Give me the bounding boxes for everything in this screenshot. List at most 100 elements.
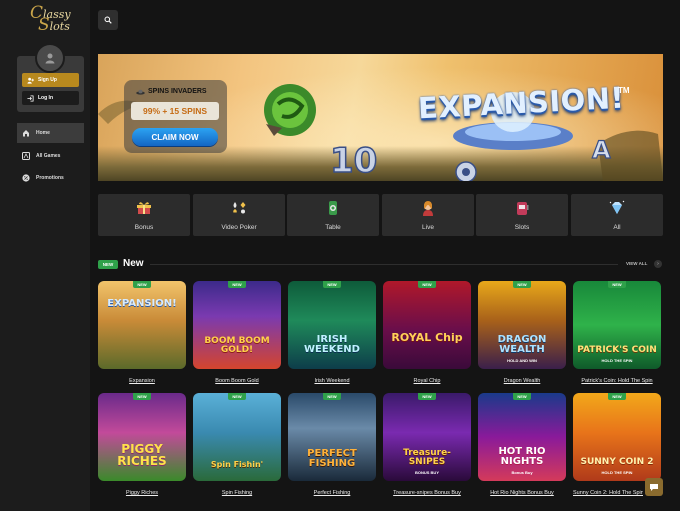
game-art-title: EXPANSION! [107, 298, 177, 309]
chips-icon [329, 201, 337, 215]
category-label: Table [325, 224, 341, 231]
category-label: All [613, 224, 621, 231]
game-art-title: PATRICK'S COIN [577, 345, 657, 355]
gift-icon [137, 202, 151, 214]
category-live[interactable]: Live [382, 194, 474, 236]
game-title-link[interactable]: Perfect Fishing [288, 490, 376, 496]
slot-machine-icon [517, 202, 529, 215]
new-badge: NEW [133, 393, 151, 400]
new-badge: NEW [418, 393, 436, 400]
new-badge: NEW [513, 393, 531, 400]
chevron-right-icon[interactable]: › [654, 260, 662, 268]
game-title-link[interactable]: Treasure-snipes Bonus Buy [383, 490, 471, 496]
game-tile-sunny-coin-2[interactable]: NEW SUNNY COIN 2 HOLD THE SPIN [573, 393, 661, 481]
game-art-title: PERFECT FISHING [307, 448, 357, 469]
game-art-subtitle: Bonus Buy [511, 470, 533, 475]
game-tile-boom-boom-gold[interactable]: NEW BOOM BOOM GOLD! [193, 281, 281, 369]
game-tile-expansion[interactable]: NEW EXPANSION! [98, 281, 186, 369]
game-art-subtitle: HOLD AND WIN [507, 358, 537, 363]
game-title-link[interactable]: Boom Boom Gold [193, 378, 281, 384]
new-badge: NEW [133, 281, 151, 288]
game-art-title: IRISH WEEKEND [304, 334, 360, 355]
game-tile-royal-chip[interactable]: NEW ROYAL Chip [383, 281, 471, 369]
avatar [35, 43, 65, 73]
game-title-link[interactable]: Sunny Coin 2: Hold The Spin [573, 490, 643, 496]
chat-icon [650, 483, 658, 491]
game-tile-piggy-riches[interactable]: NEW PIGGY RICHES [98, 393, 186, 481]
sidebar-item-label: Home [36, 130, 50, 136]
section-title: New [123, 258, 144, 269]
sidebar-item-promotions[interactable]: Promotions [17, 168, 84, 188]
new-badge: NEW [418, 281, 436, 288]
category-bonus[interactable]: Bonus [98, 194, 190, 236]
add-user-icon [27, 77, 34, 84]
category-label: Live [422, 224, 434, 231]
game-tile-irish-weekend[interactable]: NEW IRISH WEEKEND [288, 281, 376, 369]
game-tile-spin-fishing[interactable]: NEW Spin Fishin' [193, 393, 281, 481]
game-art-title: DRAGON WEALTH [497, 334, 547, 355]
game-title-link[interactable]: Piggy Riches [98, 490, 186, 496]
game-title-link[interactable]: Expansion [98, 378, 186, 384]
view-all-link[interactable]: VIEW ALL [626, 261, 647, 266]
new-badge: NEW [608, 281, 626, 288]
login-icon [27, 94, 34, 102]
divider [150, 264, 618, 265]
game-art-title: SUNNY COIN 2 [580, 457, 654, 467]
game-art-subtitle: HOLD THE SPIN [601, 470, 633, 475]
category-bar: Bonus Video Poker Table Live Slots All [98, 194, 663, 236]
search-button[interactable] [98, 10, 118, 30]
new-section-header: NEW New VIEW ALL › [98, 258, 663, 272]
category-slots[interactable]: Slots [476, 194, 568, 236]
new-badge: NEW [228, 281, 246, 288]
sign-up-label: Sign Up [38, 77, 57, 83]
sidebar-item-all-games[interactable]: All Games [17, 146, 84, 166]
category-all[interactable]: All [571, 194, 663, 236]
game-art-title: HOT RIO NIGHTS [498, 446, 546, 467]
sign-up-button[interactable]: Sign Up [22, 73, 79, 87]
diamond-icon [609, 200, 625, 214]
game-art-subtitle: BONUS BUY [414, 470, 439, 475]
ufo-icon [136, 89, 145, 95]
new-badge: NEW [228, 393, 246, 400]
game-art-title: Spin Fishin' [210, 460, 264, 469]
game-tile-hot-rio-nights[interactable]: NEW HOT RIO NIGHTS Bonus Buy [478, 393, 566, 481]
game-tile-treasure-snipes[interactable]: NEW Treasure-SNIPES BONUS BUY [383, 393, 471, 481]
game-title-link[interactable]: Royal Chip [383, 378, 471, 384]
game-tile-perfect-fishing[interactable]: NEW PERFECT FISHING [288, 393, 376, 481]
sidebar-item-home[interactable]: Home [17, 123, 84, 143]
logo-line-2: lots [49, 20, 70, 33]
promo-title: SPINS INVADERS [136, 88, 207, 95]
game-tile-dragon-wealth[interactable]: NEW DRAGON WEALTH HOLD AND WIN [478, 281, 566, 369]
category-label: Video Poker [221, 224, 257, 231]
claim-now-button[interactable]: CLAIM NOW [132, 128, 218, 146]
category-video-poker[interactable]: Video Poker [193, 194, 285, 236]
game-title-link[interactable]: Spin Fishing [193, 490, 281, 496]
sidebar-item-label: All Games [36, 153, 61, 159]
game-title-link[interactable]: Patrick's Coin: Hold The Spin [573, 378, 661, 384]
game-art-title: ROYAL Chip [391, 331, 463, 344]
logo-initial-s: S [38, 15, 50, 35]
game-tile-patricks-coin[interactable]: NEW PATRICK'S COIN HOLD THE SPIN [573, 281, 661, 369]
game-title-link[interactable]: Hot Rio Nights Bonus Buy [478, 490, 566, 496]
svg-text:A: A [592, 136, 611, 164]
new-badge: NEW [323, 393, 341, 400]
promo-title-text: SPINS INVADERS [148, 88, 207, 95]
log-in-label: Log In [38, 95, 53, 101]
category-table[interactable]: Table [287, 194, 379, 236]
new-badge: NEW [608, 393, 626, 400]
game-art-title: Treasure-SNIPES [403, 448, 451, 467]
category-label: Slots [514, 224, 530, 231]
game-title-link[interactable]: Dragon Wealth [478, 378, 566, 384]
sidebar-item-label: Promotions [36, 175, 64, 181]
grid-icon [22, 152, 30, 160]
svg-text:10: 10 [330, 141, 377, 181]
user-icon [45, 53, 55, 64]
search-icon [104, 16, 112, 24]
chat-button[interactable] [645, 478, 663, 496]
game-title-link[interactable]: Irish Weekend [288, 378, 376, 384]
category-label: Bonus [134, 224, 154, 231]
cards-icon [233, 202, 246, 214]
game-art-title: PIGGY RICHES [117, 442, 167, 468]
log-in-button[interactable]: Log In [22, 91, 79, 105]
logo[interactable]: Classy Slots [30, 5, 78, 35]
